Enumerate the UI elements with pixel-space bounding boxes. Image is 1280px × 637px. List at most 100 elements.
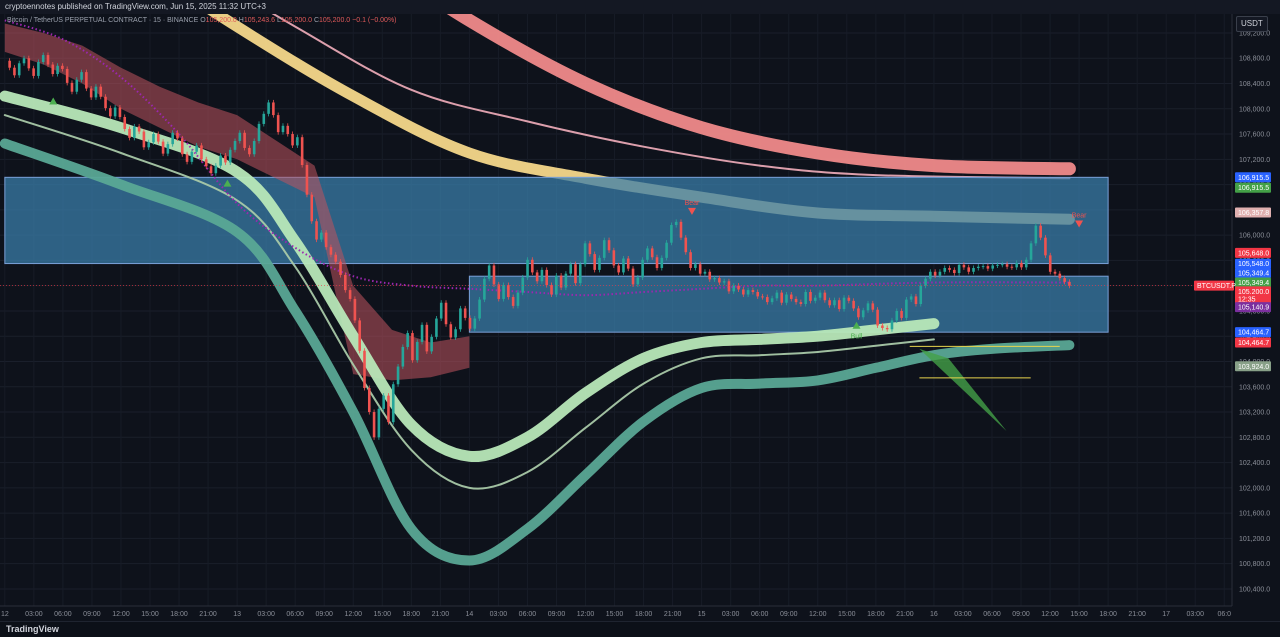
candle-body: [123, 116, 127, 129]
candle-body: [602, 240, 606, 258]
price-chart[interactable]: Bear Bull Bear 100,400.0 100,800.0 101,200.0…: [0, 14, 1280, 621]
candle-body: [367, 388, 371, 413]
candle-body: [895, 310, 899, 321]
candle-body: [953, 269, 956, 274]
candle-body: [703, 271, 707, 274]
tradingview-logo: TradingView: [6, 624, 59, 634]
candle-body: [147, 142, 151, 148]
close-value: 105,200.0: [319, 17, 351, 24]
candle-body: [41, 55, 45, 63]
candle-body: [32, 68, 35, 76]
candle-body: [27, 58, 31, 69]
candle-body: [128, 128, 131, 138]
candle-body: [444, 302, 448, 325]
candle-body: [991, 265, 994, 269]
candle-body: [415, 341, 419, 361]
time-tick-label: 03:00: [25, 611, 43, 618]
time-tick-label: 06:00: [751, 611, 769, 618]
candle-body: [291, 134, 294, 146]
candle-body: [727, 281, 731, 292]
candle-body: [497, 284, 501, 299]
time-tick-label: 12:00: [344, 611, 362, 618]
candle-body: [425, 324, 429, 352]
price-label-text: 105,349.4: [1238, 280, 1269, 287]
candle-body: [228, 149, 232, 163]
time-tick-label: 09:00: [1012, 611, 1030, 618]
candle-body: [1053, 271, 1057, 274]
candle-body: [492, 265, 496, 285]
candle-body: [857, 308, 860, 318]
price-tick-label: 106,000.0: [1239, 233, 1270, 240]
time-tick-label: 09:00: [83, 611, 101, 618]
price-tick-label: 102,400.0: [1239, 460, 1270, 467]
price-tick-label: 101,600.0: [1239, 511, 1270, 518]
candle-body: [353, 298, 357, 321]
time-axis[interactable]: 12 03:00 06:00 09:00 12:00 15:00 18:00 21:00 13 0…: [0, 605, 1280, 621]
candle-body: [742, 289, 745, 295]
symbol-legend: Bitcoin / TetherUS PERPETUAL CONTRACT · …: [7, 17, 397, 24]
candle-body: [94, 86, 98, 98]
candle-body: [363, 350, 366, 389]
candle-body: [1068, 281, 1071, 286]
candle-body: [626, 258, 630, 269]
candle-body: [1024, 259, 1028, 268]
publish-info: cryptoennotes published on TradingView.c…: [5, 2, 266, 11]
candle-body: [166, 144, 170, 154]
candle-body: [8, 60, 11, 68]
candle-body: [483, 278, 486, 300]
candle-body: [847, 297, 851, 301]
candle-body: [545, 269, 549, 286]
time-tick-label: 12:00: [809, 611, 827, 618]
candle-body: [459, 308, 462, 330]
price-tick-label: 107,200.0: [1239, 157, 1270, 164]
time-tick-label: 15:00: [1070, 611, 1088, 618]
candle-body: [65, 68, 69, 83]
candle-body: [252, 140, 256, 155]
candle-body: [555, 275, 558, 295]
currency-selector[interactable]: USDT: [1236, 16, 1268, 32]
candle-body: [909, 296, 913, 300]
price-tick-label: 103,200.0: [1239, 410, 1270, 417]
candle-body: [214, 165, 218, 174]
candle-body: [224, 155, 227, 163]
candle-body: [612, 250, 616, 266]
candle-body: [526, 259, 529, 278]
candle-body: [650, 248, 654, 258]
candle-body: [823, 292, 827, 301]
candle-body: [933, 271, 937, 276]
candle-body: [924, 278, 927, 286]
candle-body: [257, 123, 261, 141]
low-value: 105,200.0: [280, 17, 313, 24]
candle-body: [962, 264, 966, 268]
candle-body: [751, 290, 755, 292]
candle-body: [694, 264, 697, 268]
candle-body: [358, 320, 361, 351]
time-tick-label: 16: [930, 611, 938, 618]
price-tick-label: 107,600.0: [1239, 132, 1270, 139]
price-tick-label: 102,800.0: [1239, 435, 1270, 442]
candle-body: [622, 258, 625, 273]
time-tick-label: 18:00: [1099, 611, 1117, 618]
price-label-text: 105,648.0: [1238, 250, 1269, 257]
candle-body: [473, 318, 477, 329]
candle-body: [430, 336, 433, 352]
candle-body: [435, 318, 438, 337]
candle-body: [152, 134, 155, 143]
candle-body: [507, 285, 510, 298]
time-tick-label: 21:00: [896, 611, 914, 618]
candle-body: [344, 274, 347, 291]
candle-body: [607, 240, 611, 251]
publish-bar: cryptoennotes published on TradingView.c…: [0, 0, 1280, 14]
candle-body: [296, 137, 299, 146]
candle-body: [286, 125, 290, 135]
candle-body: [46, 55, 50, 65]
candle-body: [885, 328, 889, 330]
candle-body: [713, 278, 716, 280]
candle-body: [679, 221, 683, 238]
candle-body: [118, 107, 122, 117]
candle-body: [890, 320, 894, 330]
candle-body: [22, 58, 26, 64]
candle-body: [1034, 225, 1038, 244]
candle-body: [238, 132, 242, 141]
candle-body: [80, 72, 83, 80]
